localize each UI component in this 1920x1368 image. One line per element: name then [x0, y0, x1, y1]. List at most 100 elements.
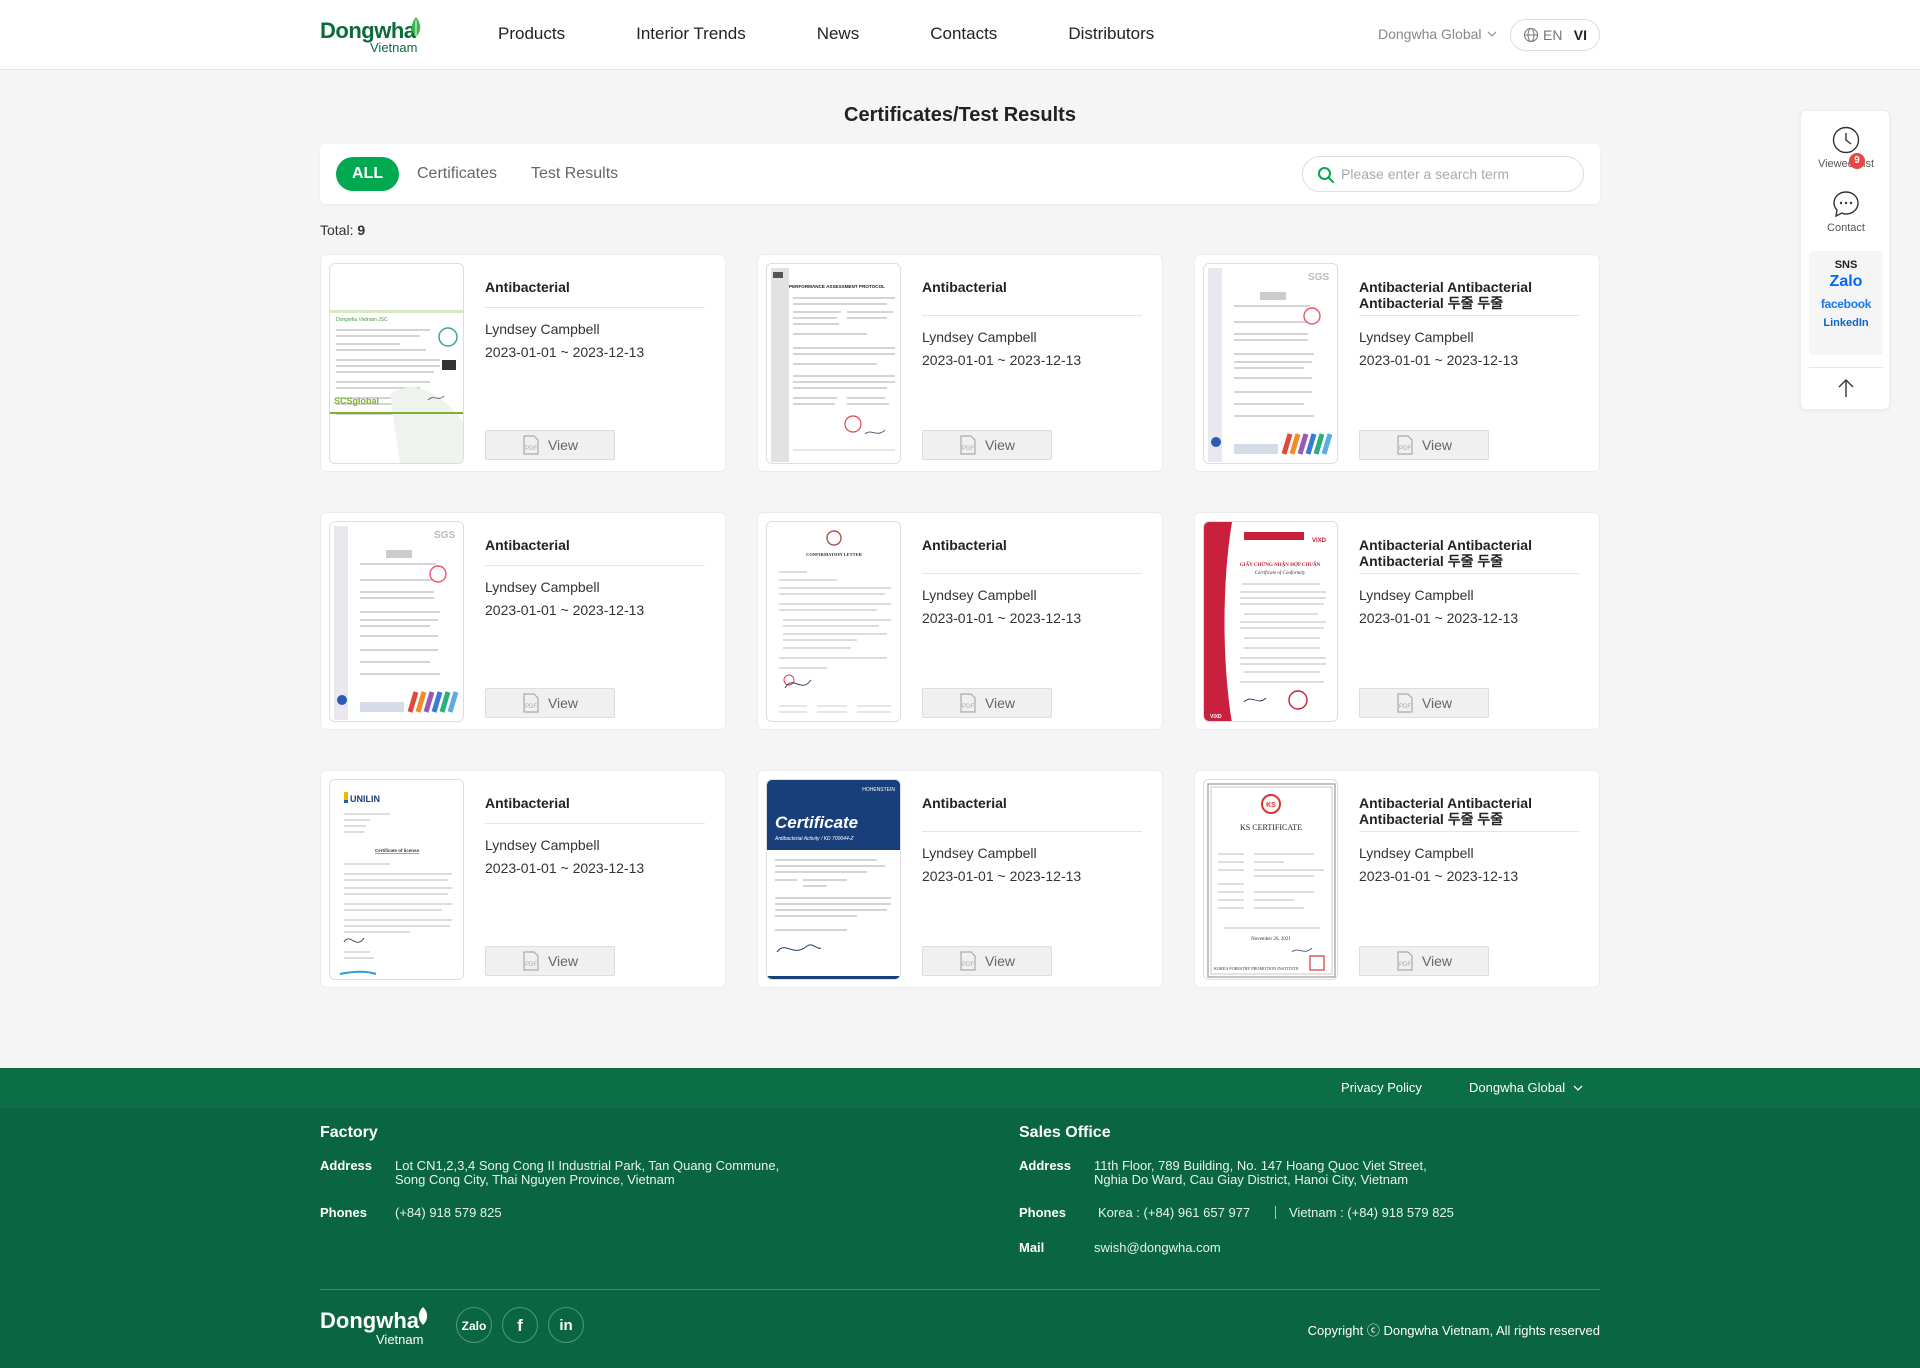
certificate-card[interactable]: Dongwha Vietnam JSC SCSglobal Antibacter…: [320, 254, 726, 472]
card-name: Lyndsey Campbell: [922, 845, 1037, 861]
facebook-link[interactable]: facebook: [1809, 297, 1883, 311]
thumb-head: KS CERTIFICATE: [1240, 823, 1302, 832]
pdf-icon: PDF: [960, 951, 976, 971]
certificate-card[interactable]: VIXD GIẤY CHỨNG NHẬN HỢP CHUẨN Certifica…: [1194, 512, 1600, 730]
language-switch[interactable]: EN · VI: [1510, 19, 1600, 51]
main-nav: Products Interior Trends News Contacts D…: [498, 24, 1225, 44]
view-button[interactable]: PDF View: [485, 946, 615, 976]
card-divider: [1359, 831, 1579, 832]
tab-all[interactable]: ALL: [336, 157, 400, 191]
viewed-list-button[interactable]: 9 Viewed List: [1801, 125, 1891, 170]
pdf-icon: PDF: [960, 435, 976, 455]
certificate-card[interactable]: PERFORMANCE ASSESSMENT PROTOCOL Antibact…: [757, 254, 1163, 472]
card-date: 2023-01-01 ~ 2023-12-13: [922, 868, 1082, 884]
leaf-icon: [418, 1307, 428, 1325]
view-button[interactable]: PDF View: [1359, 946, 1489, 976]
card-title: Antibacterial Antibacterial Antibacteria…: [1359, 795, 1532, 827]
thumb-head: GIẤY CHỨNG NHẬN HỢP CHUẨN: [1240, 562, 1321, 568]
sales-mail[interactable]: swish@dongwha.com: [1094, 1240, 1221, 1255]
certificate-thumbnail[interactable]: Dongwha Vietnam JSC SCSglobal: [329, 263, 464, 464]
arrow-up-icon: [1838, 379, 1854, 397]
zalo-link[interactable]: Zalo: [1809, 273, 1883, 291]
dongwha-logo[interactable]: Dongwha Vietnam: [320, 17, 430, 56]
chevron-down-icon: [1573, 1085, 1583, 1091]
factory-address-label: Address: [320, 1158, 373, 1173]
svg-text:PDF: PDF: [1399, 962, 1411, 968]
nav-products[interactable]: Products: [498, 24, 565, 44]
card-date: 2023-01-01 ~ 2023-12-13: [922, 352, 1082, 368]
view-button[interactable]: PDF View: [485, 430, 615, 460]
view-label: View: [547, 695, 579, 711]
certificate-thumbnail[interactable]: SGS: [329, 521, 464, 722]
view-label: View: [984, 695, 1016, 711]
footer-logo[interactable]: Dongwha Vietnam: [320, 1307, 428, 1347]
view-button[interactable]: PDF View: [1359, 688, 1489, 718]
view-button[interactable]: PDF View: [1359, 430, 1489, 460]
svg-text:PDF: PDF: [962, 704, 974, 710]
view-label: View: [1421, 695, 1453, 711]
footer-logo-text: Dongwha: [320, 1308, 419, 1333]
thumb-sub: Antibacterial Activity / KD 700044-Z: [774, 836, 854, 842]
sales-phones-label: Phones: [1019, 1205, 1066, 1220]
footer-facebook-icon[interactable]: f: [502, 1307, 538, 1343]
footer-zalo-icon[interactable]: Zalo: [456, 1307, 492, 1343]
footer-region-select[interactable]: Dongwha Global: [1469, 1080, 1583, 1095]
certificate-thumbnail[interactable]: SGS: [1203, 263, 1338, 464]
tab-test-results[interactable]: Test Results: [531, 157, 618, 191]
lang-en[interactable]: EN: [1543, 27, 1562, 43]
svg-text:PDF: PDF: [1399, 704, 1411, 710]
certificate-card[interactable]: CONFIRMATION LETTER Antibacterial Lyndse…: [757, 512, 1163, 730]
linkedin-link[interactable]: LinkedIn: [1809, 317, 1883, 329]
region-select[interactable]: Dongwha Global: [1378, 26, 1497, 42]
lang-vi[interactable]: VI: [1574, 27, 1587, 43]
sales-address-1: 11th Floor, 789 Building, No. 147 Hoang …: [1094, 1158, 1427, 1173]
certificate-thumbnail[interactable]: CONFIRMATION LETTER: [766, 521, 901, 722]
footer-linkedin-icon[interactable]: in: [548, 1307, 584, 1343]
certificate-thumbnail[interactable]: VIXD GIẤY CHỨNG NHẬN HỢP CHUẨN Certifica…: [1203, 521, 1338, 722]
certificate-thumbnail[interactable]: PERFORMANCE ASSESSMENT PROTOCOL: [766, 263, 901, 464]
certificate-thumbnail[interactable]: UNILIN Certificate of license: [329, 779, 464, 980]
view-button[interactable]: PDF View: [922, 430, 1052, 460]
thumb-brand: SGS: [434, 530, 455, 541]
nav-distributors[interactable]: Distributors: [1068, 24, 1154, 44]
nav-news[interactable]: News: [817, 24, 860, 44]
clock-icon: [1832, 126, 1860, 154]
certificate-card[interactable]: HOHENSTEIN Certificate Antibacterial Act…: [757, 770, 1163, 988]
certificate-card[interactable]: SGS Antibacterial Lyndsey Campbell 2023-…: [320, 512, 726, 730]
contact-button[interactable]: Contact: [1801, 189, 1891, 234]
certificate-thumbnail[interactable]: HOHENSTEIN Certificate Antibacterial Act…: [766, 779, 901, 980]
footer-region-label: Dongwha Global: [1469, 1080, 1566, 1095]
factory-address-2: Song Cong City, Thai Nguyen Province, Vi…: [395, 1172, 675, 1187]
privacy-policy-link[interactable]: Privacy Policy: [1341, 1080, 1422, 1095]
certificate-thumbnail[interactable]: KS KS CERTIFICATE November 26, 2021 KORE…: [1203, 779, 1338, 980]
card-name: Lyndsey Campbell: [1359, 329, 1474, 345]
certificate-card[interactable]: SGS Antibacterial Antibacterial Antibact…: [1194, 254, 1600, 472]
certificate-card[interactable]: UNILIN Certificate of license Antibacter…: [320, 770, 726, 988]
certificate-card[interactable]: KS KS CERTIFICATE November 26, 2021 KORE…: [1194, 770, 1600, 988]
thumb-brand: HOHENSTEIN: [862, 787, 895, 793]
factory-heading: Factory: [320, 1124, 378, 1141]
search-input[interactable]: [1341, 163, 1571, 185]
view-label: View: [1421, 437, 1453, 453]
card-title: Antibacterial: [922, 537, 1007, 553]
chat-icon: [1833, 191, 1859, 218]
view-button[interactable]: PDF View: [922, 946, 1052, 976]
card-date: 2023-01-01 ~ 2023-12-13: [485, 602, 645, 618]
view-label: View: [547, 953, 579, 969]
card-name: Lyndsey Campbell: [1359, 845, 1474, 861]
tab-certificates[interactable]: Certificates: [417, 157, 497, 191]
logo-sub: Vietnam: [370, 40, 418, 55]
nav-interior-trends[interactable]: Interior Trends: [636, 24, 746, 44]
card-date: 2023-01-01 ~ 2023-12-13: [922, 610, 1082, 626]
view-button[interactable]: PDF View: [485, 688, 615, 718]
scroll-top-button[interactable]: [1801, 377, 1891, 402]
nav-contacts[interactable]: Contacts: [930, 24, 997, 44]
view-label: View: [984, 953, 1016, 969]
view-button[interactable]: PDF View: [922, 688, 1052, 718]
region-label: Dongwha Global: [1378, 26, 1482, 42]
certificate-preview-image: PERFORMANCE ASSESSMENT PROTOCOL: [767, 264, 900, 463]
svg-text:PDF: PDF: [525, 446, 537, 452]
card-name: Lyndsey Campbell: [485, 837, 600, 853]
certificate-preview-image: SGS: [330, 522, 463, 721]
search-icon[interactable]: [1317, 166, 1335, 184]
